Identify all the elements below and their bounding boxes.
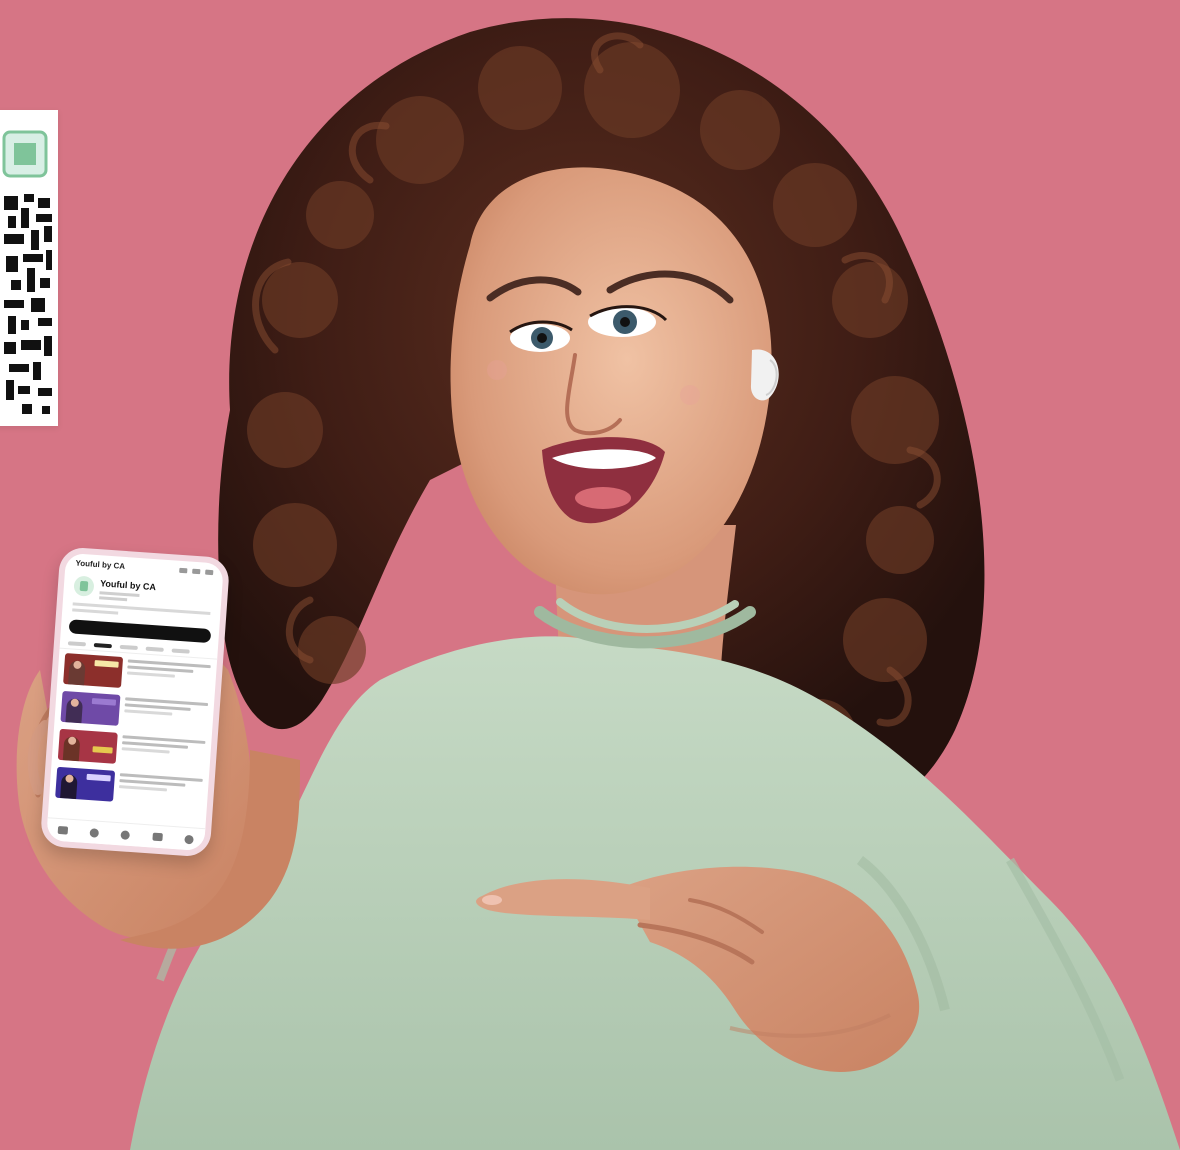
screen-title: Youful by CA <box>75 558 126 571</box>
video-meta <box>118 771 203 808</box>
search-icon[interactable] <box>192 568 201 574</box>
list-item[interactable] <box>60 690 209 732</box>
video-meta <box>126 657 211 694</box>
video-list <box>49 649 217 809</box>
channel-description-line <box>72 608 119 615</box>
subscriptions-icon[interactable] <box>152 832 163 842</box>
channel-avatar <box>73 575 95 597</box>
video-meta <box>123 695 209 732</box>
thumbnail-text-block <box>86 773 111 782</box>
video-thumbnail[interactable] <box>55 766 116 802</box>
tab-playlists[interactable] <box>145 646 164 652</box>
thumbnail-text-block <box>91 698 117 706</box>
tab-videos[interactable] <box>93 642 112 649</box>
list-item[interactable] <box>55 766 203 808</box>
shorts-icon[interactable] <box>89 827 100 838</box>
phone-screen: Youful by CA Youful by CA <box>46 552 224 852</box>
video-thumbnail[interactable] <box>57 728 118 764</box>
video-meta <box>121 733 206 770</box>
list-item[interactable] <box>63 653 211 694</box>
video-thumbnail[interactable] <box>63 653 124 688</box>
tab-community[interactable] <box>171 648 190 654</box>
list-item[interactable] <box>57 728 206 770</box>
tab-home[interactable] <box>67 641 87 647</box>
tab-shorts[interactable] <box>119 644 138 651</box>
promotional-photo: Youful by CA Youful by CA <box>0 0 1180 1150</box>
video-thumbnail[interactable] <box>60 690 121 726</box>
phone-frame: Youful by CA Youful by CA <box>39 546 231 858</box>
library-icon[interactable] <box>184 834 194 844</box>
thumbnail-text-block <box>94 660 119 668</box>
cast-icon[interactable] <box>179 567 188 573</box>
thumbnail-text-block <box>92 746 113 754</box>
more-icon[interactable] <box>205 569 214 575</box>
phone-mockup: Youful by CA Youful by CA <box>39 546 231 858</box>
home-icon[interactable] <box>57 825 69 835</box>
status-icons <box>179 567 214 575</box>
bottom-navigation <box>46 817 206 852</box>
channel-name: Youful by CA <box>99 578 157 593</box>
channel-meta-line <box>99 596 128 602</box>
add-icon[interactable] <box>120 829 131 840</box>
